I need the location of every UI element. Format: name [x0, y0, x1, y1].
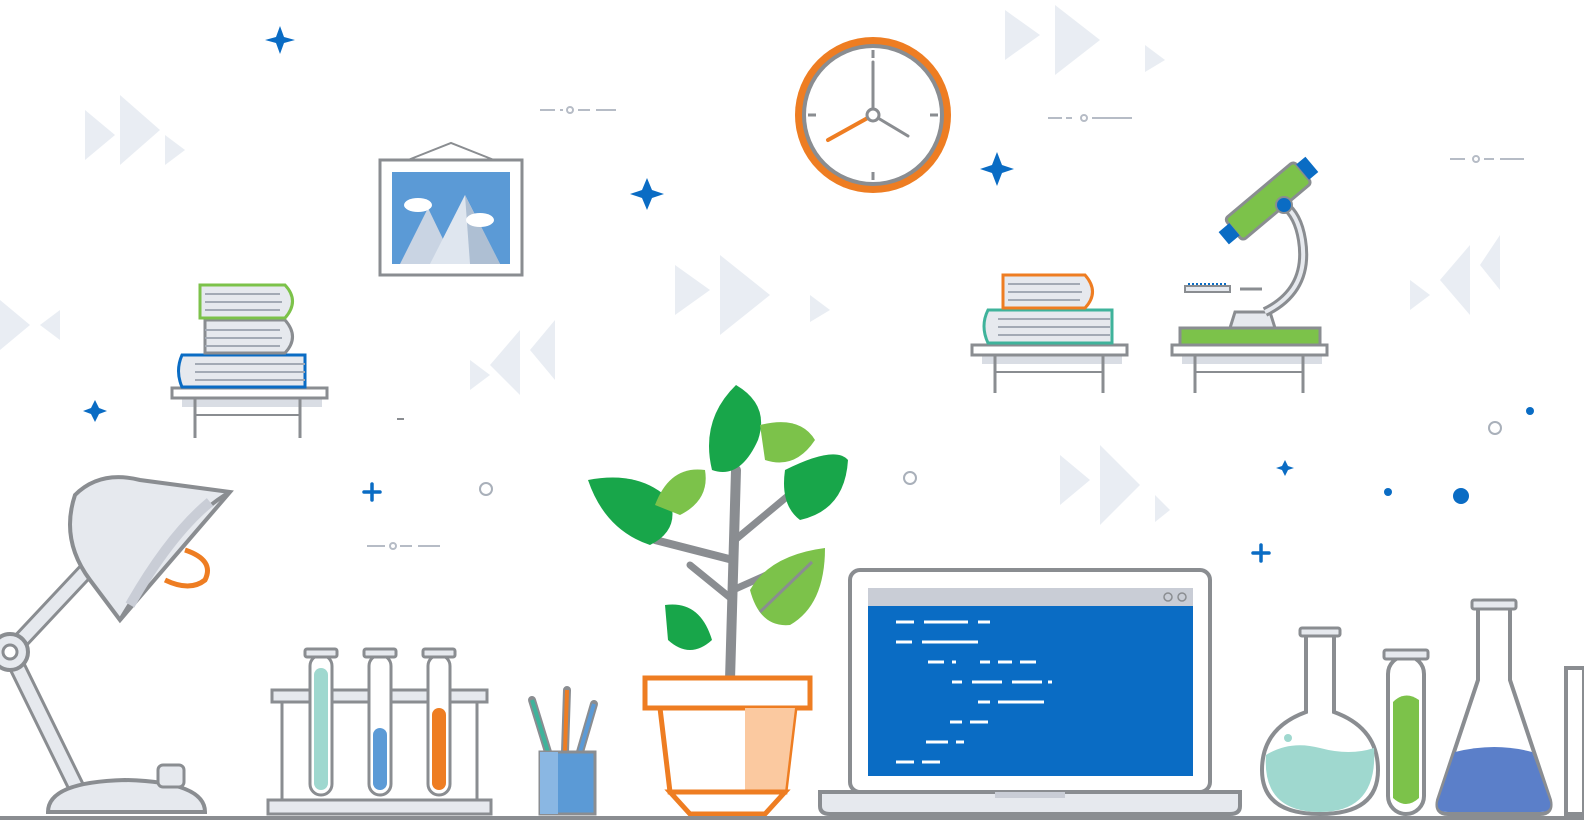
microscope: [1178, 156, 1322, 347]
desk-lamp: [0, 475, 234, 814]
wall-clock: [795, 37, 951, 193]
science-education-illustration: [0, 5, 1584, 820]
sparkle-icon: [1276, 460, 1294, 476]
microscope-shelf: [1170, 343, 1329, 393]
book-stack-right: [982, 273, 1114, 345]
dash-decorations: [367, 106, 1524, 550]
book-shelf-right: [970, 273, 1129, 393]
book-shelf-left: [170, 283, 329, 438]
laptop: [818, 568, 1242, 816]
sparkle-icon: [630, 178, 664, 210]
sparkle-icon: [980, 152, 1014, 186]
potted-plant: [588, 385, 848, 817]
book-stack-left: [177, 283, 307, 389]
pencil-cup: [528, 686, 598, 816]
sparkle-icon: [265, 26, 295, 54]
test-tube-rack: [266, 647, 493, 816]
sparkle-icon: [83, 400, 107, 422]
framed-picture: [378, 141, 524, 277]
lab-flasks: [1259, 598, 1584, 817]
